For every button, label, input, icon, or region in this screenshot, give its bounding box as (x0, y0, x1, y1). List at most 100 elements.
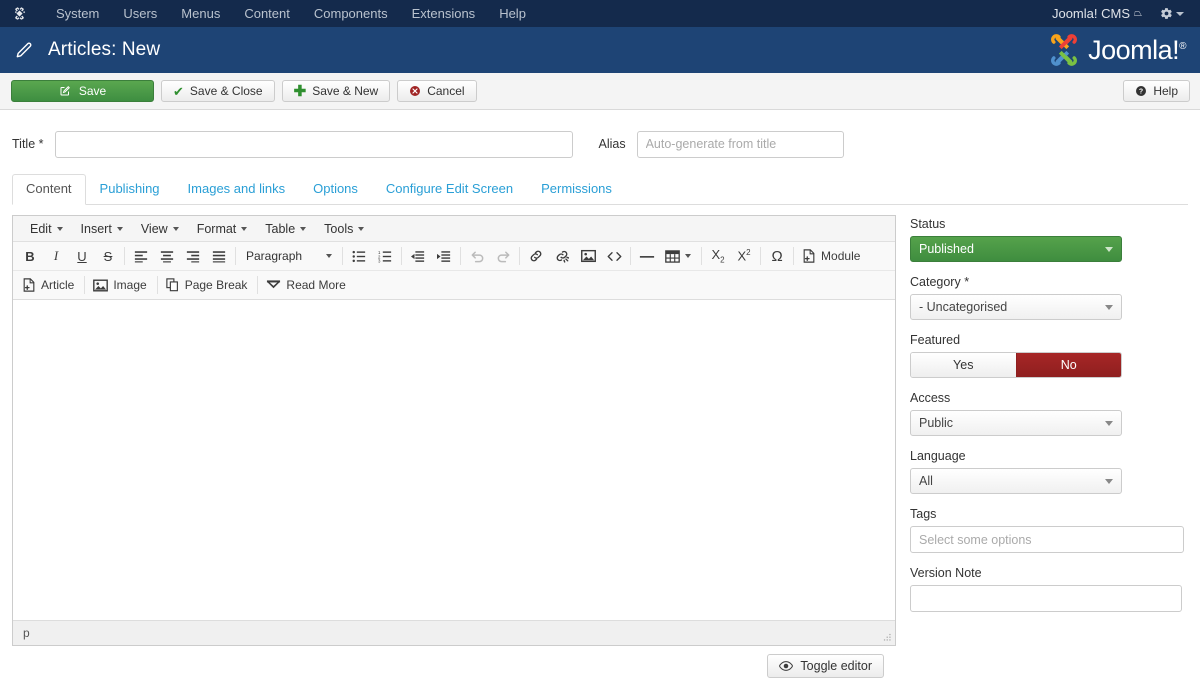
article-sidebar: Status Published Category * - Uncategori… (910, 215, 1188, 646)
menu-view[interactable]: View (132, 219, 188, 239)
underline-icon: U (77, 249, 86, 264)
joomla-mark-icon[interactable] (8, 3, 30, 25)
chevron-down-icon (117, 227, 123, 231)
source-code-button[interactable] (601, 244, 627, 268)
table-button[interactable] (660, 244, 698, 268)
redo-button[interactable] (490, 244, 516, 268)
page-title: Articles: New (48, 39, 160, 61)
version-note-input[interactable] (910, 585, 1182, 612)
toolbar-separator (519, 247, 520, 265)
toggle-editor-button[interactable]: Toggle editor (767, 654, 884, 678)
save-button[interactable]: Save (11, 80, 154, 102)
language-label: Language (910, 449, 1188, 463)
featured-no-button[interactable]: No (1016, 353, 1122, 377)
subscript-button[interactable]: X2 (705, 244, 731, 268)
insert-link-button[interactable] (523, 244, 549, 268)
article-insert-icon (22, 278, 36, 292)
featured-yes-button[interactable]: Yes (911, 353, 1016, 377)
access-select[interactable]: Public (910, 410, 1122, 436)
help-button[interactable]: ? Help (1123, 80, 1190, 102)
insert-module-button[interactable]: Module (797, 244, 867, 268)
numbered-list-button[interactable]: 123 (372, 244, 398, 268)
alias-input[interactable] (637, 131, 844, 158)
undo-button[interactable] (464, 244, 490, 268)
menu-table[interactable]: Table (256, 219, 315, 239)
save-and-close-button[interactable]: ✔ Save & Close (161, 80, 275, 102)
insert-read-more-button[interactable]: Read More (261, 273, 352, 297)
topnav-item-menus[interactable]: Menus (169, 3, 232, 24)
tab-publishing[interactable]: Publishing (86, 174, 174, 205)
editor-footer: Toggle editor (0, 646, 896, 678)
topnav-item-system[interactable]: System (44, 3, 111, 24)
tab-options[interactable]: Options (299, 174, 372, 205)
tab-configure-edit-screen[interactable]: Configure Edit Screen (372, 174, 527, 205)
outdent-button[interactable] (405, 244, 431, 268)
plus-icon: ✚ (294, 84, 307, 99)
settings-menu[interactable] (1146, 7, 1190, 20)
strikethrough-button[interactable]: S (95, 244, 121, 268)
version-note-field: Version Note (910, 566, 1188, 612)
topnav-item-content[interactable]: Content (232, 3, 302, 24)
topnav-item-help[interactable]: Help (487, 3, 538, 24)
category-select[interactable]: - Uncategorised (910, 294, 1122, 320)
align-right-button[interactable] (180, 244, 206, 268)
horizontal-rule-button[interactable] (634, 244, 660, 268)
indent-button[interactable] (431, 244, 457, 268)
insert-image-button[interactable] (575, 244, 601, 268)
menu-insert[interactable]: Insert (72, 219, 132, 239)
title-input[interactable] (55, 131, 573, 158)
title-label: Title * (12, 137, 44, 151)
status-select[interactable]: Published (910, 236, 1122, 262)
align-left-button[interactable] (128, 244, 154, 268)
topnav-item-extensions[interactable]: Extensions (400, 3, 488, 24)
superscript-button[interactable]: X2 (731, 244, 757, 268)
resize-grip-icon[interactable] (883, 633, 892, 642)
toggle-editor-label: Toggle editor (800, 659, 872, 673)
table-icon (665, 250, 680, 263)
align-left-icon (134, 250, 148, 263)
subscript-icon: X2 (711, 247, 724, 265)
underline-button[interactable]: U (69, 244, 95, 268)
editor-content-area[interactable] (13, 300, 895, 620)
joomla-logo-text: Joomla!® (1088, 37, 1186, 64)
undo-icon (470, 249, 485, 263)
tags-input[interactable] (910, 526, 1184, 553)
menu-tools[interactable]: Tools (315, 219, 373, 239)
topnav-item-components[interactable]: Components (302, 3, 400, 24)
menu-view-label: View (141, 222, 168, 236)
read-more-icon (266, 279, 281, 291)
insert-page-break-button[interactable]: Page Break (161, 273, 255, 297)
menu-edit[interactable]: Edit (21, 219, 72, 239)
menu-format[interactable]: Format (188, 219, 257, 239)
access-value: Public (919, 416, 953, 430)
save-and-new-button[interactable]: ✚ Save & New (282, 80, 391, 102)
cancel-button[interactable]: Cancel (397, 80, 476, 102)
align-center-button[interactable] (154, 244, 180, 268)
site-preview-link[interactable]: Joomla! CMS ⏢ (1052, 6, 1142, 21)
format-select[interactable]: Paragraph (239, 244, 339, 268)
joomla-mark-glyph (12, 6, 27, 21)
tab-content[interactable]: Content (12, 174, 86, 205)
language-select[interactable]: All (910, 468, 1122, 494)
bullet-list-button[interactable] (346, 244, 372, 268)
tab-permissions[interactable]: Permissions (527, 174, 626, 205)
italic-button[interactable]: I (43, 244, 69, 268)
site-preview-label: Joomla! CMS (1052, 6, 1130, 21)
toolbar-separator (235, 247, 236, 265)
bold-button[interactable]: B (17, 244, 43, 268)
outdent-icon (411, 250, 425, 263)
chevron-down-icon (300, 227, 306, 231)
special-character-button[interactable]: Ω (764, 244, 790, 268)
insert-image-row2-button[interactable]: Image (88, 273, 153, 297)
tags-field: Tags (910, 507, 1188, 553)
tab-images-and-links[interactable]: Images and links (174, 174, 300, 205)
menu-edit-label: Edit (30, 222, 52, 236)
chevron-down-icon (1176, 12, 1184, 16)
menu-format-label: Format (197, 222, 237, 236)
align-justify-button[interactable] (206, 244, 232, 268)
link-icon (529, 249, 543, 263)
unlink-button[interactable] (549, 244, 575, 268)
topnav-item-users[interactable]: Users (111, 3, 169, 24)
svg-text:?: ? (1139, 89, 1143, 96)
insert-article-button[interactable]: Article (17, 273, 81, 297)
